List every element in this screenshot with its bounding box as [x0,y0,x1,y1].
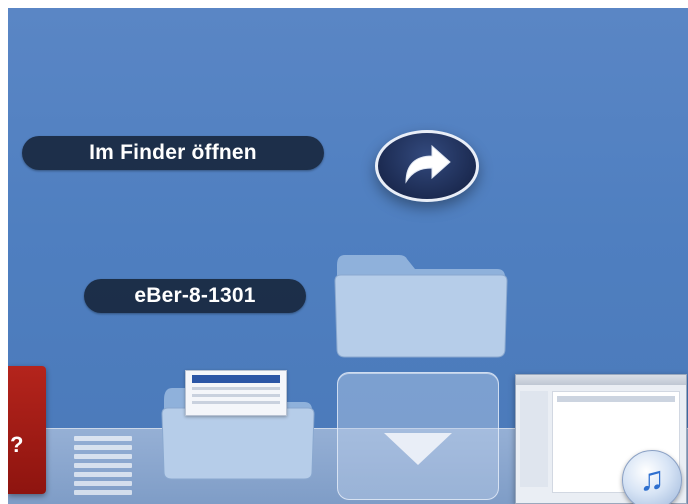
desktop: Im Finder öffnen eBer-8-1301 ? ♫ [8,8,688,504]
folder-icon[interactable] [331,247,511,359]
open-in-finder-label[interactable]: Im Finder öffnen [22,136,324,170]
stripes-icon[interactable] [74,436,132,504]
show-more-button[interactable] [337,372,499,500]
chevron-down-icon [384,433,452,465]
curved-arrow-icon [405,144,451,184]
stack-folder-label[interactable]: eBer-8-1301 [84,279,306,313]
document-thumbnail [185,370,287,416]
open-in-finder-button[interactable] [375,130,479,202]
red-app-icon[interactable]: ? [8,366,46,494]
music-note-icon[interactable]: ♫ [622,450,682,504]
